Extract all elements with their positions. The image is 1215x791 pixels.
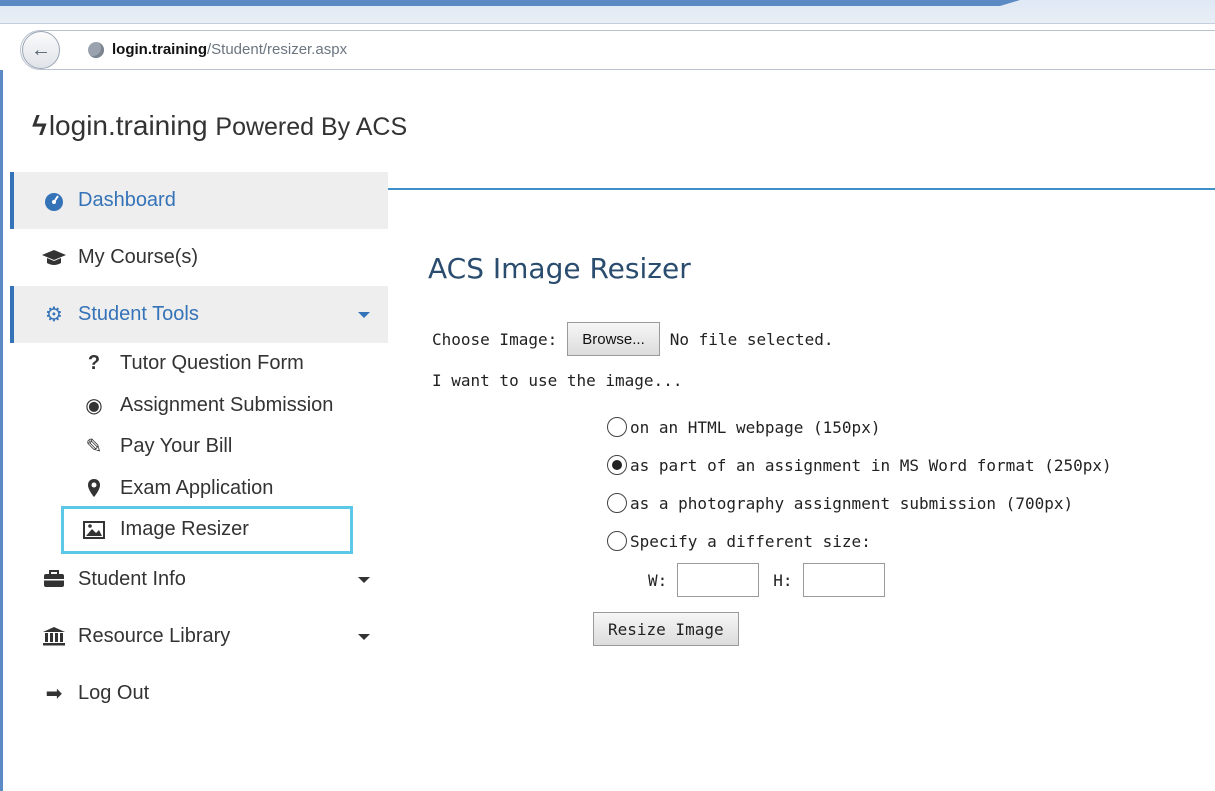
question-icon: ?: [87, 352, 101, 375]
back-button[interactable]: ←: [22, 31, 60, 69]
brand-tagline: Powered By ACS: [215, 113, 408, 141]
url-path: /Student/resizer.aspx: [207, 41, 348, 58]
radio-ms-word[interactable]: [607, 455, 627, 475]
choose-image-label: Choose Image:: [432, 329, 558, 349]
option-photography[interactable]: as a photography assignment submission (…: [607, 484, 1112, 522]
width-label: W:: [648, 570, 668, 590]
height-input[interactable]: [802, 563, 885, 597]
option-html-webpage[interactable]: on an HTML webpage (150px): [607, 408, 1112, 446]
briefcase-icon: [38, 570, 70, 588]
arrow-left-icon: ←: [31, 38, 51, 61]
sidebar-item-label: Log Out: [78, 681, 150, 704]
edit-icon: ✎: [85, 436, 103, 459]
sidebar-item-label: Resource Library: [78, 624, 231, 647]
sidebar-subitem-label: Pay Your Bill: [120, 435, 233, 458]
choose-image-row: Choose Image: Browse... No file selected…: [432, 322, 834, 356]
sidebar-subitem-exam-application[interactable]: Exam Application: [80, 468, 388, 510]
option-ms-word[interactable]: as part of an assignment in MS Word form…: [607, 446, 1112, 484]
dashboard-icon: [38, 191, 70, 211]
map-marker-icon: [80, 478, 108, 498]
option-label: Specify a different size:: [630, 531, 871, 551]
caret-down-icon: [358, 576, 370, 583]
sidebar-subitem-label: Image Resizer: [120, 518, 249, 541]
sidebar-item-label: My Course(s): [78, 246, 199, 268]
sidebar-subitem-tutor-question-form[interactable]: ? Tutor Question Form: [80, 343, 388, 385]
student-tools-submenu: ? Tutor Question Form ◉ Assignment Submi…: [10, 343, 388, 554]
browse-button[interactable]: Browse...: [567, 322, 660, 356]
window-edge: [0, 70, 3, 791]
bolt-icon: ϟ: [32, 110, 47, 141]
radio-photography[interactable]: [607, 493, 627, 513]
width-input[interactable]: [677, 563, 760, 597]
sidebar-item-label: Student Tools: [78, 303, 199, 325]
sidebar-item-student-info[interactable]: Student Info: [10, 551, 388, 608]
browser-tab-strip: [0, 0, 1215, 24]
sidebar-subitem-pay-your-bill[interactable]: ✎ Pay Your Bill: [80, 426, 388, 468]
caret-down-icon: [358, 312, 370, 318]
gears-icon: ⚙: [45, 304, 63, 326]
sidebar-item-dashboard[interactable]: Dashboard: [10, 172, 388, 229]
option-label: as a photography assignment submission (…: [630, 493, 1074, 513]
sidebar-subitem-label: Exam Application: [120, 476, 274, 499]
sidebar-subitem-assignment-submission[interactable]: ◉ Assignment Submission: [80, 385, 388, 427]
custom-size-row: W: H:: [648, 563, 899, 597]
resize-image-button[interactable]: Resize Image: [593, 612, 739, 646]
institution-icon: [38, 626, 70, 646]
globe-icon: [88, 42, 104, 58]
sidebar: Dashboard My Course(s) ⚙ Student Tools ?…: [10, 172, 388, 722]
sidebar-subitem-label: Tutor Question Form: [120, 352, 304, 375]
sidebar-item-resource-library[interactable]: Resource Library: [10, 608, 388, 665]
content-divider: [388, 188, 1215, 190]
sidebar-item-log-out[interactable]: ➡ Log Out: [10, 665, 388, 722]
brand-name: login.training: [48, 110, 208, 141]
usage-intro: I want to use the image...: [432, 371, 683, 390]
browser-active-tab[interactable]: [0, 0, 1020, 6]
sidebar-item-label: Dashboard: [78, 189, 176, 211]
sidebar-item-student-tools[interactable]: ⚙ Student Tools: [10, 286, 388, 343]
size-options: on an HTML webpage (150px) as part of an…: [607, 408, 1112, 560]
sidebar-subitem-label: Assignment Submission: [120, 393, 334, 416]
url-host: login.training: [112, 41, 207, 58]
image-icon: [80, 520, 108, 539]
graduation-cap-icon: [38, 248, 70, 268]
file-status: No file selected.: [669, 329, 834, 349]
page-title: ACS Image Resizer: [428, 252, 691, 285]
sidebar-item-label: Student Info: [78, 567, 186, 590]
sign-out-icon: ➡: [45, 682, 63, 705]
caret-down-icon: [358, 633, 370, 640]
option-label: as part of an assignment in MS Word form…: [630, 455, 1112, 475]
option-label: on an HTML webpage (150px): [630, 417, 881, 437]
sidebar-item-my-courses[interactable]: My Course(s): [10, 229, 388, 286]
sidebar-subitem-image-resizer[interactable]: Image Resizer: [61, 506, 353, 554]
radio-custom-size[interactable]: [607, 531, 627, 551]
height-label: H:: [773, 570, 793, 590]
url-text[interactable]: login.training/Student/resizer.aspx: [112, 41, 347, 58]
option-custom-size[interactable]: Specify a different size:: [607, 522, 1112, 560]
bullseye-icon: ◉: [85, 394, 103, 417]
brand[interactable]: ϟlogin.training Powered By ACS: [32, 110, 407, 142]
radio-html-webpage[interactable]: [607, 417, 627, 437]
